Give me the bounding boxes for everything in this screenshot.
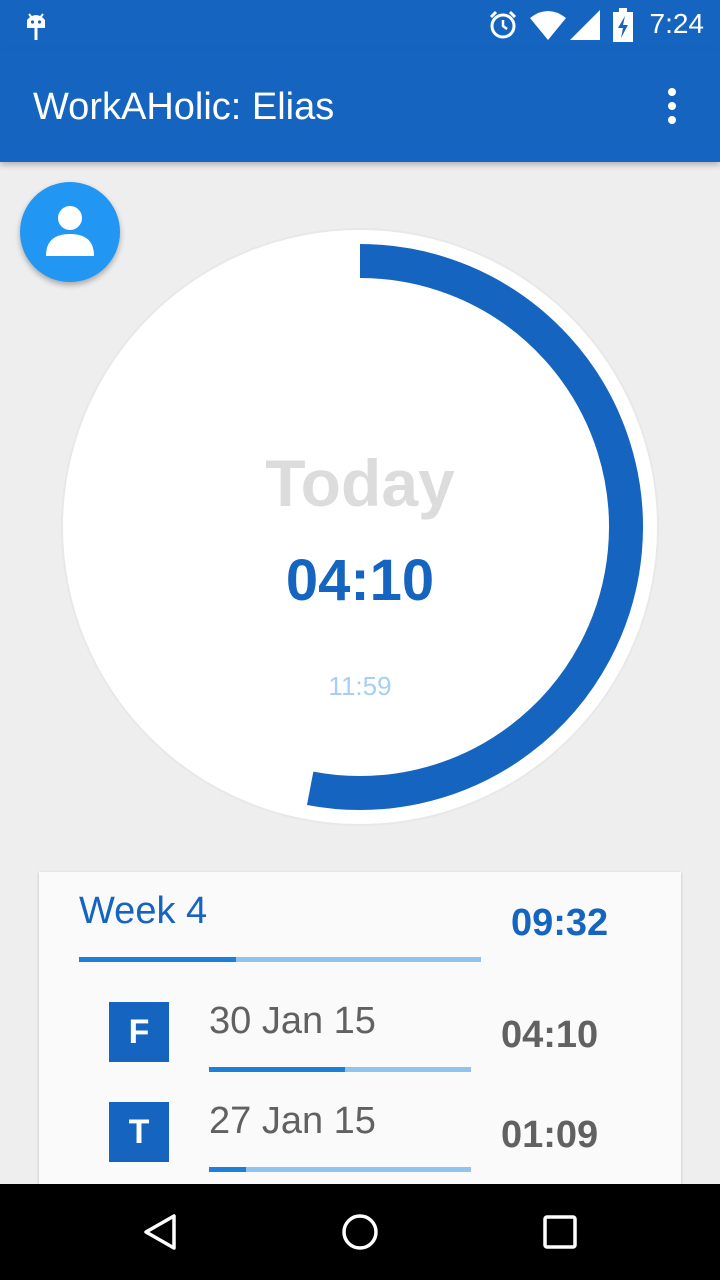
android-icon [27, 13, 45, 40]
battery-charging-icon [613, 8, 633, 42]
navigation-bar [0, 1184, 720, 1280]
recents-icon[interactable] [542, 1214, 578, 1250]
day-date: 27 Jan 15 [209, 1100, 376, 1142]
dial-worked-time: 04:10 [285, 548, 435, 613]
alarm-icon [489, 10, 517, 39]
week-total: 09:32 [511, 902, 609, 944]
dial-target-time: 11:59 [328, 671, 392, 701]
signal-icon [570, 10, 600, 40]
home-icon[interactable] [340, 1212, 380, 1252]
back-icon[interactable] [140, 1212, 180, 1252]
day-date: 30 Jan 15 [209, 1000, 376, 1042]
app-title: WorkAHolic: Elias [33, 86, 335, 128]
more-vert-icon[interactable] [660, 86, 684, 126]
status-bar: 7:24 [0, 0, 720, 50]
day-progress-bar [209, 1067, 471, 1072]
dial-title: Today [265, 446, 455, 520]
day-badge: T [109, 1102, 169, 1162]
status-time: 7:24 [649, 8, 705, 39]
dial-graphic [61, 228, 659, 826]
day-total: 01:09 [501, 1114, 599, 1156]
profile-button[interactable] [20, 182, 120, 282]
today-dial[interactable]: Today 04:10 11:59 [60, 227, 660, 827]
day-badge: F [109, 1002, 169, 1062]
week-progress-fill [79, 957, 236, 962]
day-progress-fill [209, 1167, 246, 1172]
wifi-icon [530, 11, 566, 40]
day-progress-bar [209, 1167, 471, 1172]
week-label: Week 4 [79, 890, 208, 932]
person-icon [46, 206, 94, 256]
week-card[interactable]: Week 4 09:32 F 30 Jan 15 04:10 T 27 Jan … [39, 872, 681, 1202]
day-progress-fill [209, 1067, 346, 1072]
app-bar: WorkAHolic: Elias [0, 50, 720, 162]
week-progress-bar [79, 957, 481, 962]
day-total: 04:10 [501, 1014, 599, 1056]
